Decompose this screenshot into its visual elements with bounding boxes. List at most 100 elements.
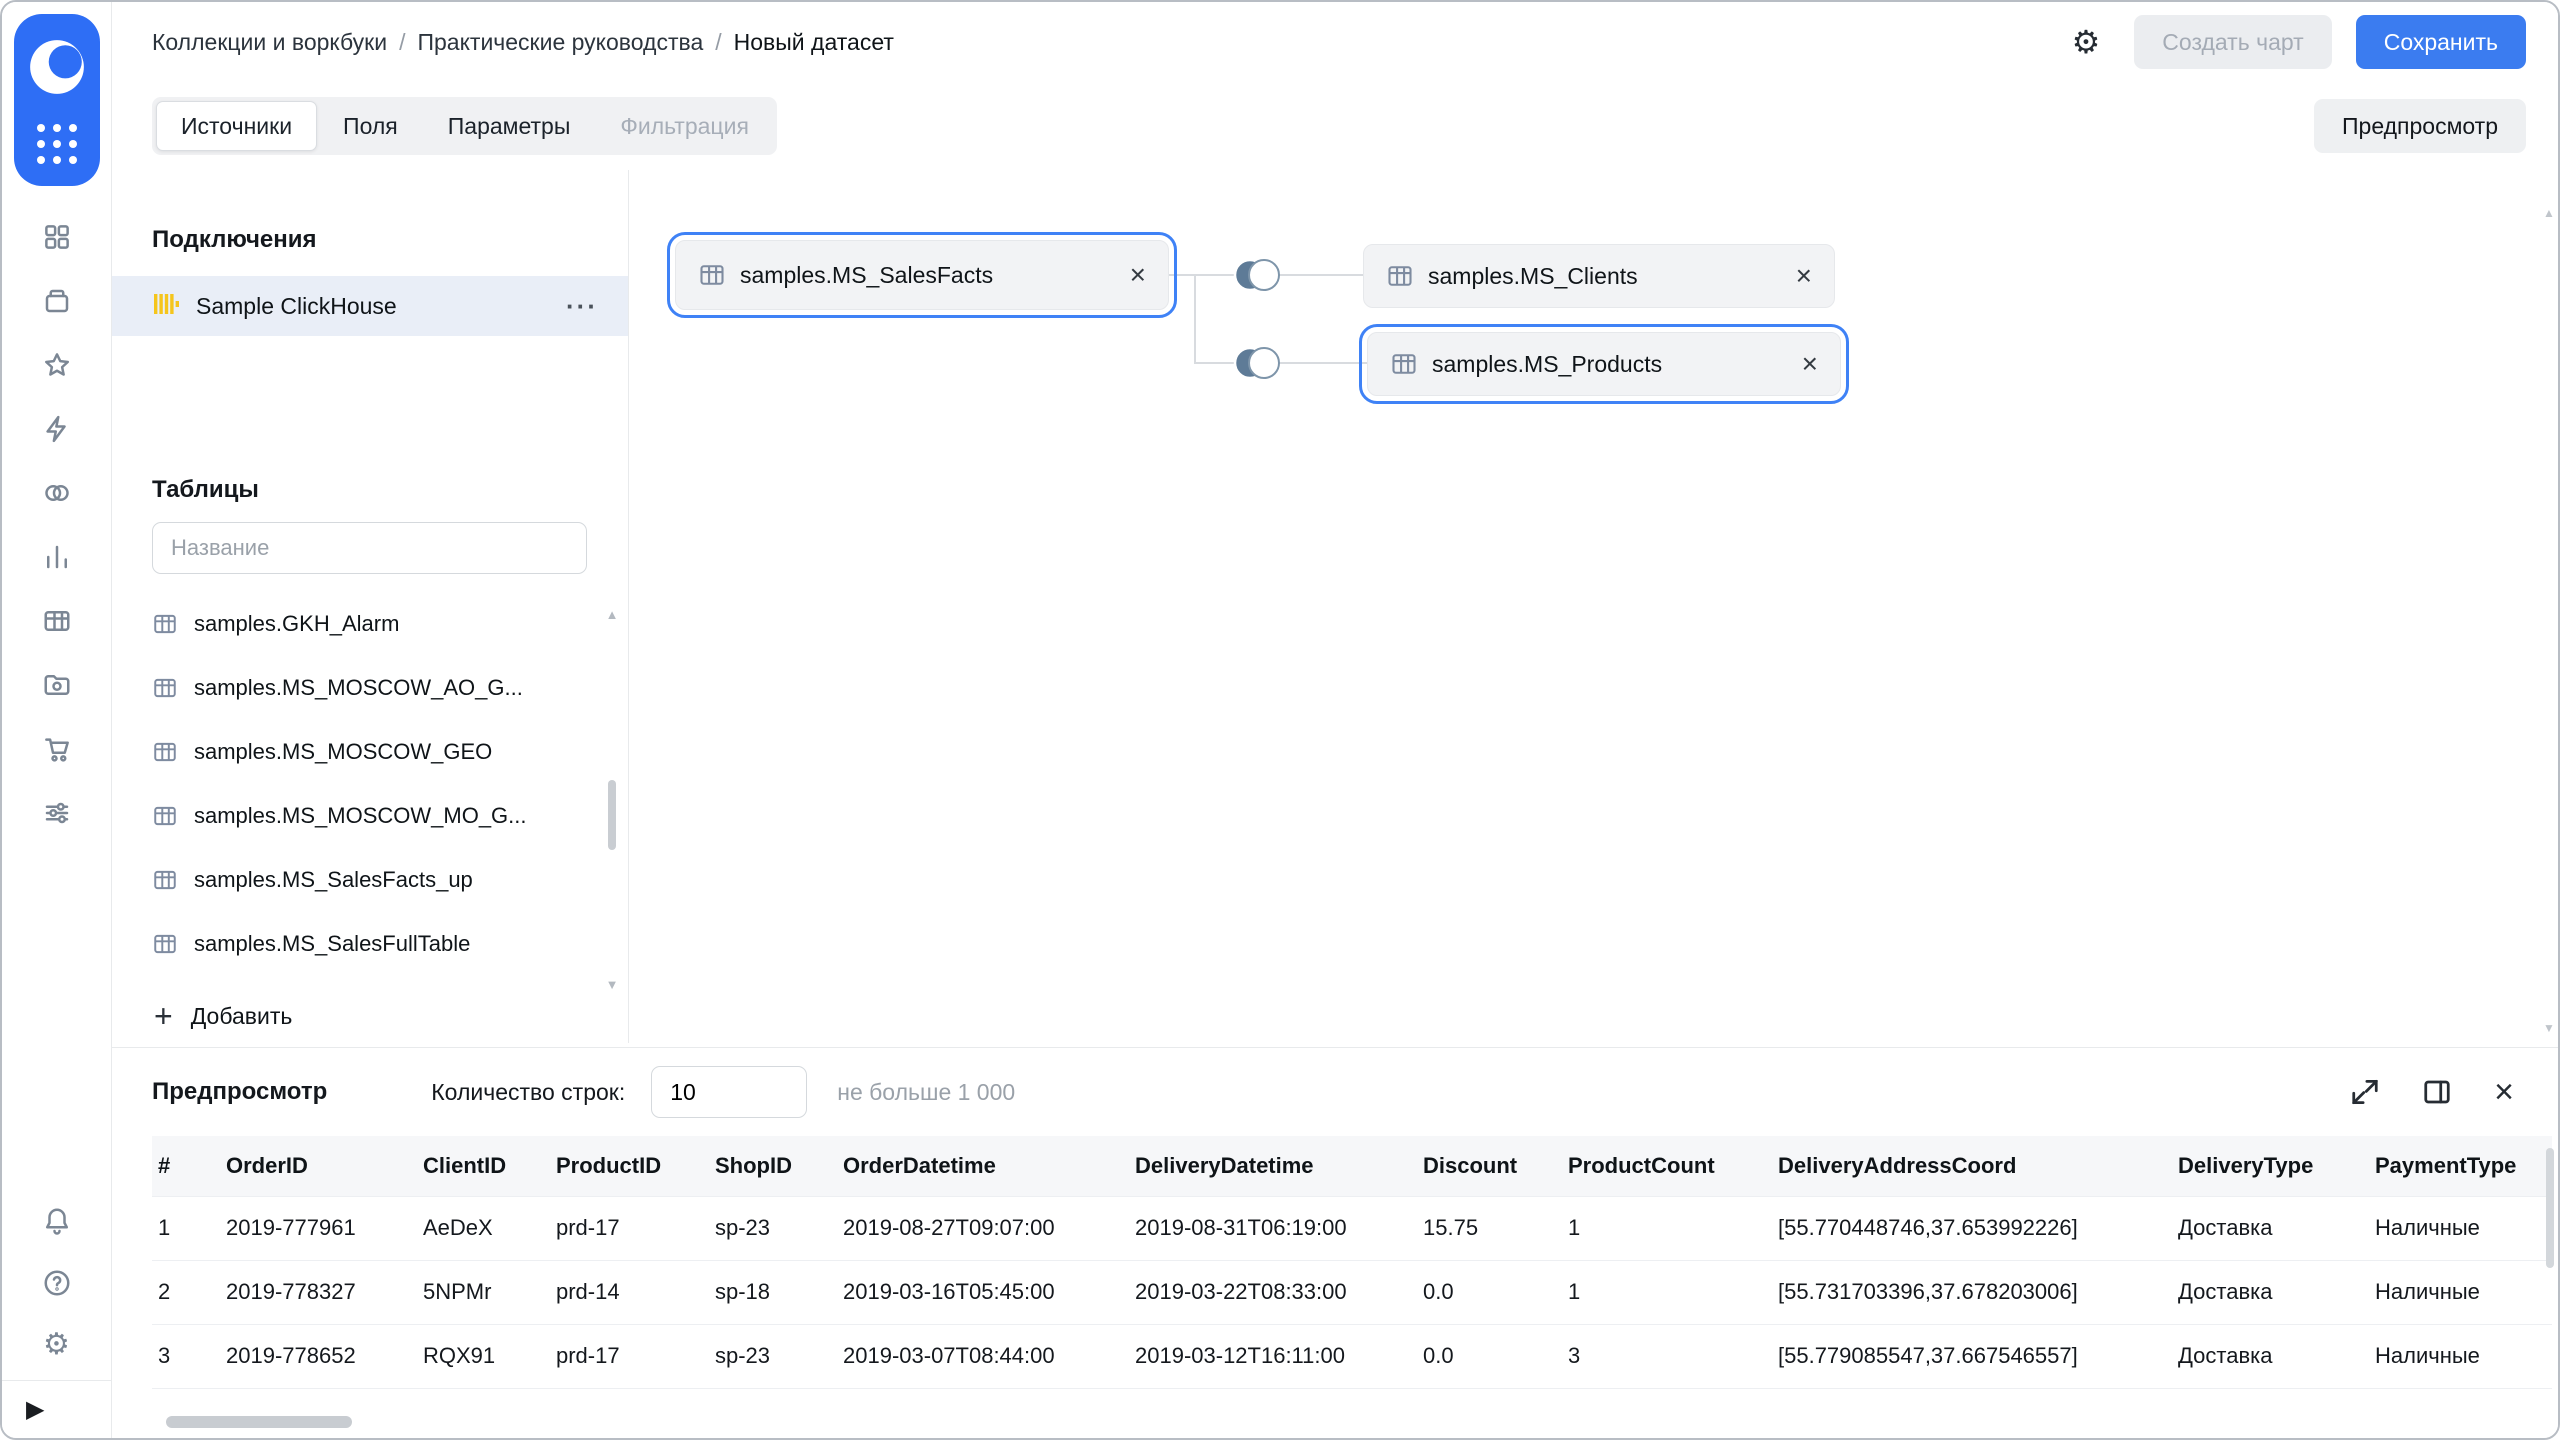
remove-node-icon[interactable]: × [1112, 261, 1146, 289]
tabs-row: Источники Поля Параметры Фильтрация Пред… [112, 82, 2558, 170]
preview-header: Предпросмотр Количество строк: не больше… [112, 1048, 2558, 1136]
favorites-icon[interactable] [40, 348, 74, 382]
table-list-item[interactable]: samples.MS_MOSCOW_MO_G... [112, 784, 628, 848]
services-icon[interactable] [40, 476, 74, 510]
table-row: 32019-778652RQX91prd-17sp-232019-03-07T0… [152, 1324, 2552, 1388]
settings-sliders-icon[interactable] [40, 796, 74, 830]
column-header: ProductCount [1562, 1136, 1772, 1196]
column-header: OrderID [220, 1136, 417, 1196]
create-chart-button[interactable]: Создать чарт [2134, 15, 2331, 69]
table-cell: sp-18 [709, 1260, 837, 1324]
table-list-item[interactable]: samples.MS_MOSCOW_GEO [112, 720, 628, 784]
row-count-hint: не больше 1 000 [837, 1079, 1015, 1106]
breadcrumb-separator: / [715, 29, 721, 56]
table-cell: AeDeX [417, 1196, 550, 1260]
table-name: samples.MS_MOSCOW_AO_G... [194, 675, 523, 701]
plus-icon: + [154, 1000, 173, 1032]
breadcrumb-guides[interactable]: Практические руководства [417, 29, 703, 56]
add-table-button[interactable]: + Добавить [112, 1000, 628, 1032]
scroll-down-icon[interactable]: ▼ [2542, 1021, 2556, 1035]
dashboards-icon[interactable] [40, 220, 74, 254]
node-label: samples.MS_SalesFacts [740, 262, 993, 289]
table-cell: 2019-08-27T09:07:00 [837, 1196, 1129, 1260]
scroll-up-icon[interactable]: ▲ [604, 608, 620, 622]
charts-icon[interactable] [40, 540, 74, 574]
expand-preview-icon[interactable] [2350, 1077, 2380, 1107]
scrollbar-thumb[interactable] [608, 780, 616, 850]
tables-list-scrollbar[interactable]: ▲ ▼ [604, 608, 620, 992]
canvas-scrollbar[interactable]: ▲ ▼ [2542, 206, 2556, 1035]
table-cell: 1 [1562, 1260, 1772, 1324]
tab-filtering: Фильтрация [596, 101, 773, 151]
breadcrumb-current: Новый датасет [734, 29, 894, 56]
connections-title: Подключения [112, 170, 628, 254]
join-connector-line [1194, 274, 1196, 363]
column-header: ClientID [417, 1136, 550, 1196]
remove-node-icon[interactable]: × [1778, 262, 1812, 290]
app-window: ⚙ ▶ Коллекции и воркбуки / Практические … [0, 0, 2560, 1440]
table-cell: 2019-778652 [220, 1324, 417, 1388]
save-button[interactable]: Сохранить [2356, 15, 2526, 69]
logo-block [14, 14, 100, 186]
preview-vertical-scrollbar-thumb[interactable] [2546, 1148, 2554, 1268]
play-icon[interactable]: ▶ [26, 1395, 44, 1424]
apps-grid-icon[interactable] [37, 124, 77, 164]
notifications-icon[interactable] [40, 1204, 74, 1238]
tab-parameters[interactable]: Параметры [424, 101, 595, 151]
table-name: samples.GKH_Alarm [194, 611, 399, 637]
table-icon [1390, 350, 1418, 378]
table-list-item[interactable]: samples.MS_SalesFacts_up [112, 848, 628, 912]
join-canvas[interactable]: samples.MS_SalesFacts × samples.MS_Clien… [629, 170, 2558, 1047]
table-list-item[interactable]: samples.MS_SalesFullTable [112, 912, 628, 976]
join-type-icon-products[interactable] [1229, 343, 1285, 388]
remove-node-icon[interactable]: × [1784, 350, 1818, 378]
table-cell: prd-14 [550, 1260, 709, 1324]
table-cell: [55.779085547,37.667546557] [1772, 1324, 2172, 1388]
files-icon[interactable] [40, 668, 74, 702]
dataset-settings-gear-icon[interactable]: ⚙ [2072, 26, 2101, 58]
row-count-input[interactable] [651, 1066, 807, 1118]
source-node-clients[interactable]: samples.MS_Clients × [1363, 244, 1835, 308]
scroll-down-icon[interactable]: ▼ [604, 978, 620, 992]
preview-table: #OrderIDClientIDProductIDShopIDOrderDate… [152, 1136, 2552, 1389]
collections-icon[interactable] [40, 284, 74, 318]
panel-layout-icon[interactable] [2422, 1077, 2452, 1107]
horizontal-scrollbar-thumb[interactable] [166, 1416, 352, 1428]
table-name: samples.MS_SalesFacts_up [194, 867, 473, 893]
column-header: OrderDatetime [837, 1136, 1129, 1196]
close-preview-icon[interactable]: × [2494, 1075, 2514, 1109]
connection-item-sample-clickhouse[interactable]: Sample ClickHouse ··· [112, 276, 628, 336]
breadcrumb-collections[interactable]: Коллекции и воркбуки [152, 29, 387, 56]
top-header: Коллекции и воркбуки / Практические руко… [112, 2, 2558, 82]
join-type-icon-clients[interactable] [1229, 255, 1285, 300]
preview-title: Предпросмотр [152, 1078, 327, 1106]
column-header: ShopID [709, 1136, 837, 1196]
settings-icon[interactable]: ⚙ [40, 1328, 74, 1362]
table-icon [152, 867, 178, 893]
source-node-products[interactable]: samples.MS_Products × [1367, 332, 1841, 396]
connection-menu-icon[interactable]: ··· [566, 291, 598, 322]
marketplace-icon[interactable] [40, 732, 74, 766]
tab-fields[interactable]: Поля [319, 101, 422, 151]
table-cell: [55.731703396,37.678203006] [1772, 1260, 2172, 1324]
table-cell: [55.770448746,37.653992226] [1772, 1196, 2172, 1260]
table-list-item[interactable]: samples.MS_MOSCOW_AO_G... [112, 656, 628, 720]
table-search-input[interactable] [152, 522, 587, 574]
tab-sources[interactable]: Источники [156, 101, 317, 151]
table-cell: 2 [152, 1260, 220, 1324]
table-row: 22019-7783275NPMrprd-14sp-182019-03-16T0… [152, 1260, 2552, 1324]
help-icon[interactable] [40, 1266, 74, 1300]
table-name: samples.MS_MOSCOW_MO_G... [194, 803, 527, 829]
column-header: PaymentType [2369, 1136, 2552, 1196]
connections-icon[interactable] [40, 412, 74, 446]
table-cell: sp-23 [709, 1196, 837, 1260]
source-node-salesfacts[interactable]: samples.MS_SalesFacts × [675, 240, 1169, 310]
datasets-icon[interactable] [40, 604, 74, 638]
scroll-up-icon[interactable]: ▲ [2542, 206, 2556, 220]
table-cell: 1 [152, 1196, 220, 1260]
datalens-logo-icon[interactable] [26, 36, 88, 103]
table-cell: prd-17 [550, 1324, 709, 1388]
preview-toggle-button[interactable]: Предпросмотр [2314, 99, 2526, 153]
table-list-item[interactable]: samples.GKH_Alarm [112, 592, 628, 656]
table-icon [152, 739, 178, 765]
